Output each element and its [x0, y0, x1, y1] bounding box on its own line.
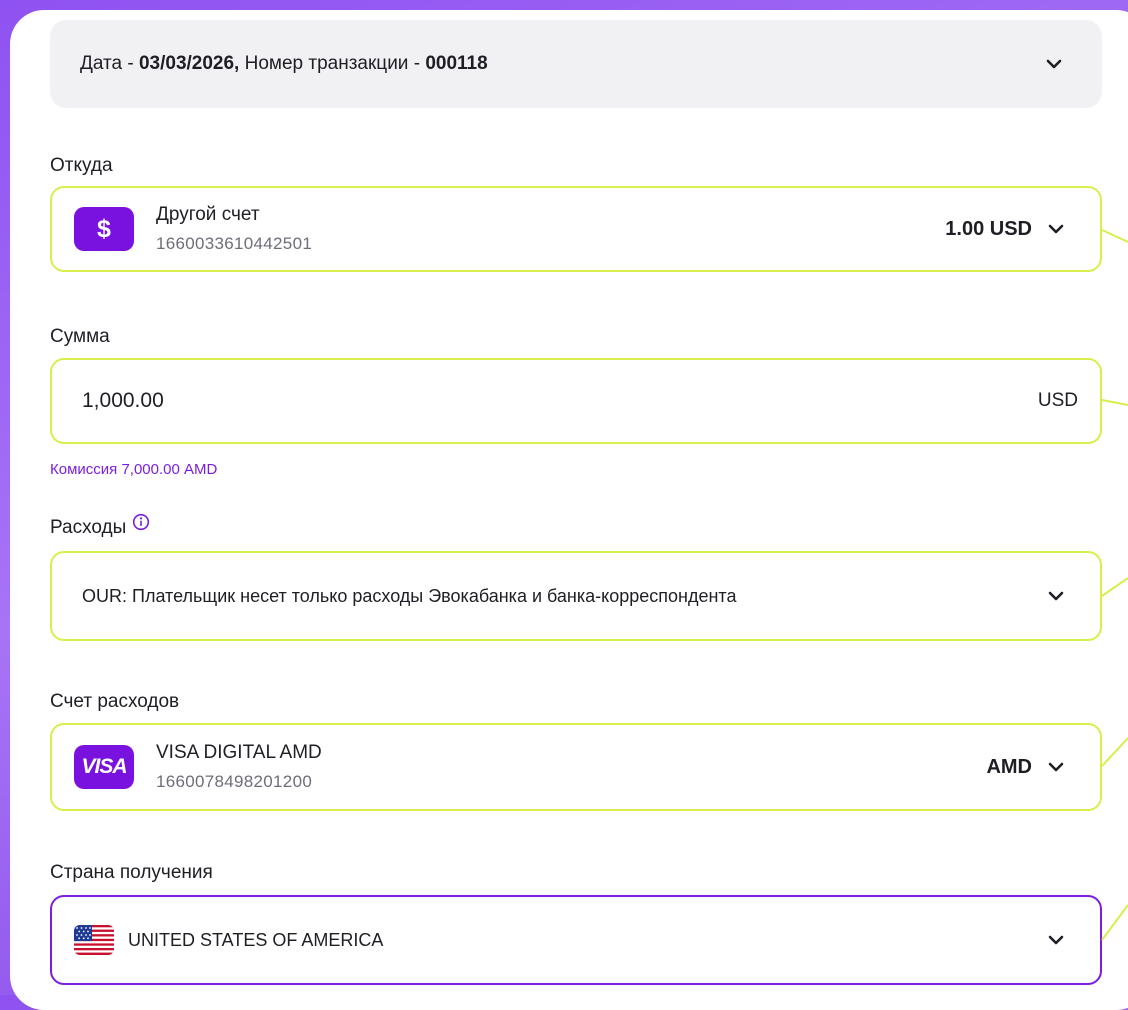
- charges-label: Расходы: [50, 517, 127, 538]
- from-account-name: Другой счет: [156, 204, 260, 225]
- date-value: 03/03/2026,: [138, 53, 240, 74]
- amount-input[interactable]: 1,000.00 USD: [50, 358, 1102, 444]
- transaction-header[interactable]: Дата - 03/03/2026, Номер транзакции - 00…: [50, 20, 1102, 108]
- form-card: [10, 10, 1128, 1010]
- amount-value[interactable]: 1,000.00: [82, 389, 1038, 413]
- amount-currency: USD: [1037, 390, 1078, 411]
- commission-text: Комиссия 7,000.00 AMD: [50, 461, 218, 478]
- chevron-down-icon[interactable]: [1048, 935, 1064, 945]
- charges-account-number: 1660078498201200: [156, 772, 313, 791]
- transaction-summary: Дата - 03/03/2026, Номер транзакции - 00…: [80, 53, 1046, 75]
- us-flag-icon: [74, 925, 114, 955]
- transaction-number-label: Номер транзакции -: [239, 53, 426, 74]
- amount-label: Сумма: [50, 326, 110, 347]
- visa-icon: VISA: [74, 745, 134, 789]
- from-account-balance: 1.00 USD: [945, 217, 1032, 240]
- charges-account-label: Счет расходов: [50, 691, 180, 712]
- transaction-number-value: 000118: [425, 53, 488, 74]
- charges-account-currency: AMD: [986, 755, 1032, 778]
- charges-account-name: VISA DIGITAL AMD: [156, 742, 322, 763]
- charges-account-select[interactable]: VISA VISA DIGITAL AMD 1660078498201200 A…: [50, 723, 1102, 811]
- country-label: Страна получения: [50, 862, 213, 883]
- annotation-connectors: [1101, 229, 1128, 941]
- chevron-down-icon[interactable]: [1046, 59, 1062, 69]
- charges-select[interactable]: OUR: Плательщик несет только расходы Эво…: [50, 551, 1102, 641]
- from-account-number: 1660033610442501: [156, 234, 313, 253]
- date-label: Дата -: [80, 53, 139, 74]
- from-label: Откуда: [50, 155, 113, 176]
- charges-label-row: Расходы: [50, 513, 150, 539]
- chevron-down-icon[interactable]: [1048, 224, 1064, 234]
- from-account-select[interactable]: $ Другой счет 1660033610442501 1.00 USD: [50, 186, 1102, 272]
- chevron-down-icon[interactable]: [1048, 591, 1064, 601]
- info-icon[interactable]: [132, 513, 150, 531]
- dollar-icon: $: [74, 207, 134, 251]
- chevron-down-icon[interactable]: [1048, 762, 1064, 772]
- country-select[interactable]: UNITED STATES OF AMERICA: [50, 895, 1102, 985]
- country-selected-option: UNITED STATES OF AMERICA: [128, 929, 384, 950]
- charges-selected-option: OUR: Плательщик несет только расходы Эво…: [82, 585, 737, 606]
